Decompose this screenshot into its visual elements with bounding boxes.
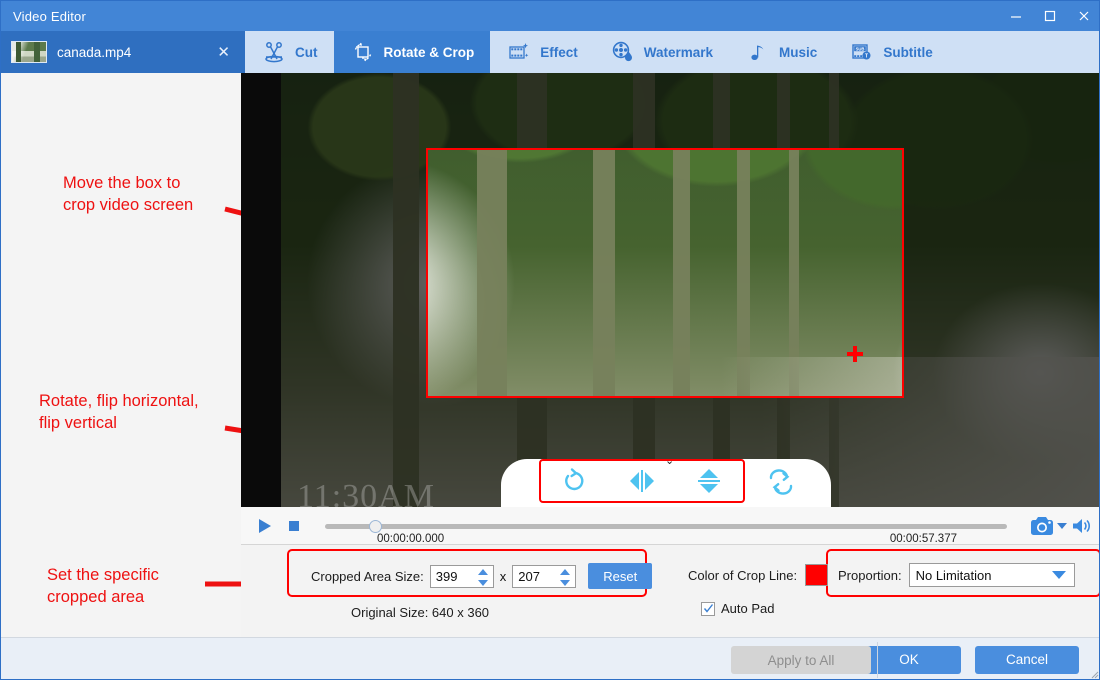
color-of-crop-line-label: Color of Crop Line: bbox=[688, 567, 798, 583]
flip-vertical-icon[interactable] bbox=[689, 464, 729, 498]
ok-button[interactable]: OK bbox=[857, 645, 961, 674]
tab-rotate-crop[interactable]: Rotate & Crop bbox=[333, 31, 491, 73]
reset-button[interactable]: Reset bbox=[588, 563, 653, 589]
camera-icon[interactable] bbox=[1029, 513, 1055, 539]
crop-line-color-row: Color of Crop Line: bbox=[688, 564, 829, 586]
tree-trunk-decoration bbox=[593, 150, 615, 396]
crop-height-stepper[interactable] bbox=[560, 568, 571, 586]
player-controls-bar: 00:00:00.000 00:00:57.377 bbox=[241, 507, 1099, 545]
seek-track[interactable] bbox=[325, 523, 1007, 529]
tab-music-label: Music bbox=[779, 44, 818, 60]
proportion-select[interactable]: No Limitation bbox=[908, 563, 1075, 587]
minimize-button[interactable] bbox=[999, 1, 1033, 31]
speaker-icon[interactable] bbox=[1069, 513, 1095, 539]
snapshot-controls bbox=[1029, 513, 1095, 539]
seek-handle[interactable] bbox=[369, 519, 382, 533]
annotation-set-cropped-area: Set the specific cropped area bbox=[47, 566, 159, 607]
tree-trunk-decoration bbox=[673, 150, 690, 396]
crop-width-input[interactable]: 399 bbox=[429, 564, 494, 588]
video-editor-window: Video Editor canada.mp4 ✕ Cut Rotate & C… bbox=[0, 0, 1100, 680]
tab-and-toolbar-row: canada.mp4 ✕ Cut Rotate & Crop Effect Wa… bbox=[1, 31, 1099, 73]
tab-music[interactable]: Music bbox=[729, 31, 833, 73]
cropped-area-size-label: Cropped Area Size: bbox=[311, 568, 424, 584]
cropped-area-row: Cropped Area Size: 399 x 207 Reset bbox=[311, 563, 653, 589]
crop-width-stepper[interactable] bbox=[477, 568, 489, 586]
scissors-icon bbox=[261, 39, 287, 65]
tab-effect-label: Effect bbox=[540, 44, 578, 60]
video-preview-stage[interactable]: 11:30AM NIZZA GARDEN ⌄ bbox=[241, 73, 1099, 507]
auto-pad-row[interactable]: Auto Pad bbox=[701, 601, 775, 616]
original-size-label: Original Size: 640 x 360 bbox=[351, 605, 490, 620]
footer-divider bbox=[877, 642, 878, 678]
svg-text:T: T bbox=[865, 53, 868, 59]
proportion-value: No Limitation bbox=[915, 567, 992, 583]
walkway-decoration bbox=[721, 357, 902, 396]
stepper-up-icon[interactable] bbox=[477, 568, 488, 575]
stepper-down-icon[interactable] bbox=[560, 579, 571, 586]
crop-line-color-swatch[interactable] bbox=[805, 564, 829, 586]
seek-bar[interactable]: 00:00:00.000 00:00:57.377 bbox=[309, 513, 1027, 545]
tab-effect[interactable]: Effect bbox=[490, 31, 594, 73]
watermark-time-text: 11:30AM bbox=[297, 478, 435, 507]
apply-to-all-button[interactable]: Apply to All bbox=[731, 646, 871, 674]
chevron-down-icon[interactable] bbox=[1051, 571, 1066, 579]
main-toolbar: Cut Rotate & Crop Effect Watermark Music… bbox=[245, 31, 1099, 73]
crop-selection-box[interactable] bbox=[426, 148, 904, 398]
dimension-separator: x bbox=[499, 568, 507, 584]
proportion-label: Proportion: bbox=[838, 567, 902, 583]
tree-trunk-decoration bbox=[477, 150, 507, 396]
annotation-move-box: Move the box to crop video screen bbox=[63, 174, 194, 215]
window-title: Video Editor bbox=[13, 8, 86, 24]
stop-button[interactable] bbox=[281, 513, 307, 539]
window-controls bbox=[999, 1, 1099, 31]
crop-rotate-icon bbox=[350, 39, 376, 65]
tab-watermark-label: Watermark bbox=[643, 44, 714, 60]
close-button[interactable] bbox=[1067, 1, 1099, 31]
music-note-icon bbox=[745, 39, 771, 65]
crop-settings-panel: Cropped Area Size: 399 x 207 Reset Origi… bbox=[241, 545, 1099, 637]
crop-height-value: 207 bbox=[518, 568, 540, 584]
crop-height-input[interactable]: 207 bbox=[512, 564, 577, 588]
crop-width-value: 399 bbox=[435, 568, 458, 584]
stepper-up-icon[interactable] bbox=[560, 568, 571, 575]
tab-cut-label: Cut bbox=[295, 44, 318, 60]
tab-subtitle-label: Subtitle bbox=[883, 44, 933, 60]
subtitle-icon: SUB T bbox=[849, 39, 875, 65]
film-sparkle-icon bbox=[506, 39, 532, 65]
maximize-button[interactable] bbox=[1033, 1, 1067, 31]
crop-center-crosshair-icon[interactable] bbox=[847, 346, 863, 362]
play-button[interactable] bbox=[251, 513, 277, 539]
title-bar: Video Editor bbox=[1, 1, 1099, 31]
stepper-down-icon[interactable] bbox=[477, 579, 488, 586]
resize-grip-icon[interactable] bbox=[1089, 669, 1099, 679]
close-icon[interactable]: ✕ bbox=[212, 42, 235, 63]
rotate-clockwise-icon[interactable] bbox=[555, 464, 595, 498]
annotation-rotate-flip: Rotate, flip horizontal, flip vertical bbox=[39, 392, 199, 433]
crop-box-bright-content bbox=[428, 150, 902, 396]
dialog-footer: Apply to All OK Cancel bbox=[1, 637, 1099, 679]
svg-text:SUB: SUB bbox=[856, 47, 865, 52]
auto-pad-label: Auto Pad bbox=[721, 601, 775, 616]
cancel-button[interactable]: Cancel bbox=[975, 645, 1079, 674]
tab-rotate-crop-label: Rotate & Crop bbox=[383, 44, 475, 60]
current-time-label: 00:00:00.000 bbox=[377, 532, 445, 545]
flip-horizontal-icon[interactable] bbox=[622, 464, 662, 498]
file-tab-label: canada.mp4 bbox=[57, 44, 132, 60]
reset-rotation-icon[interactable] bbox=[761, 465, 801, 499]
chevron-down-icon[interactable] bbox=[1057, 522, 1067, 529]
tab-subtitle[interactable]: SUB T Subtitle bbox=[833, 31, 949, 73]
film-reel-drop-icon bbox=[610, 39, 636, 65]
proportion-row: Proportion: No Limitation bbox=[838, 563, 1075, 587]
auto-pad-checkbox[interactable] bbox=[701, 601, 715, 616]
rotate-toolbar-highlight bbox=[539, 459, 745, 503]
file-tab-canada[interactable]: canada.mp4 ✕ bbox=[1, 31, 245, 73]
total-time-label: 00:00:57.377 bbox=[889, 532, 957, 545]
tab-watermark[interactable]: Watermark bbox=[594, 31, 729, 73]
video-thumbnail-icon bbox=[11, 41, 47, 63]
tab-cut[interactable]: Cut bbox=[245, 31, 334, 73]
